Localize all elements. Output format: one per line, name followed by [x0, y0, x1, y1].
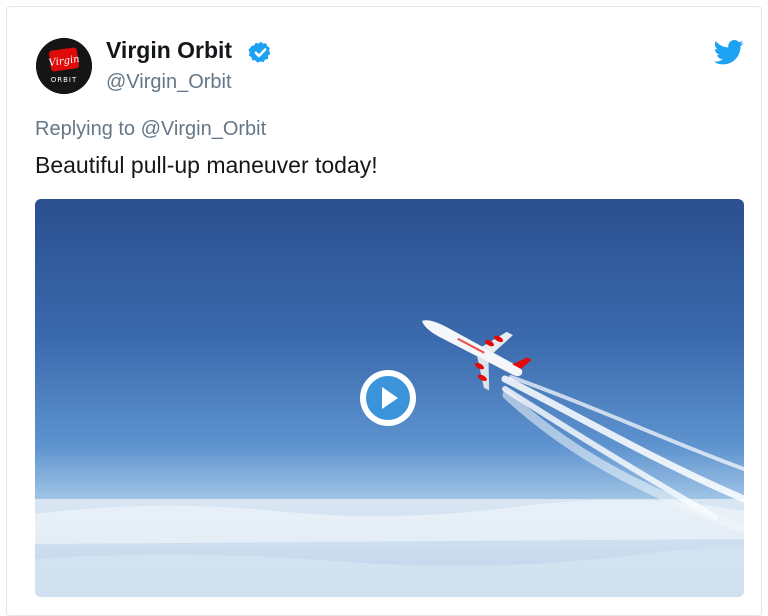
- play-icon[interactable]: [359, 369, 417, 427]
- verified-badge-icon: [248, 41, 271, 63]
- user-handle[interactable]: @Virgin_Orbit: [106, 71, 232, 94]
- logo-orbit-text: ORBIT: [51, 76, 78, 84]
- avatar[interactable]: Virgin ORBIT: [36, 38, 92, 94]
- reply-prefix: Replying to: [35, 118, 136, 140]
- twitter-bird-icon[interactable]: [714, 40, 744, 65]
- tweet-text: Beautiful pull-up maneuver today!: [35, 152, 378, 178]
- display-name[interactable]: Virgin Orbit: [106, 37, 232, 64]
- reply-to-link[interactable]: @Virgin_Orbit: [141, 118, 267, 140]
- reply-context: Replying to @Virgin_Orbit: [35, 118, 266, 141]
- virgin-orbit-logo: Virgin ORBIT: [36, 38, 92, 94]
- video-player[interactable]: [35, 199, 744, 597]
